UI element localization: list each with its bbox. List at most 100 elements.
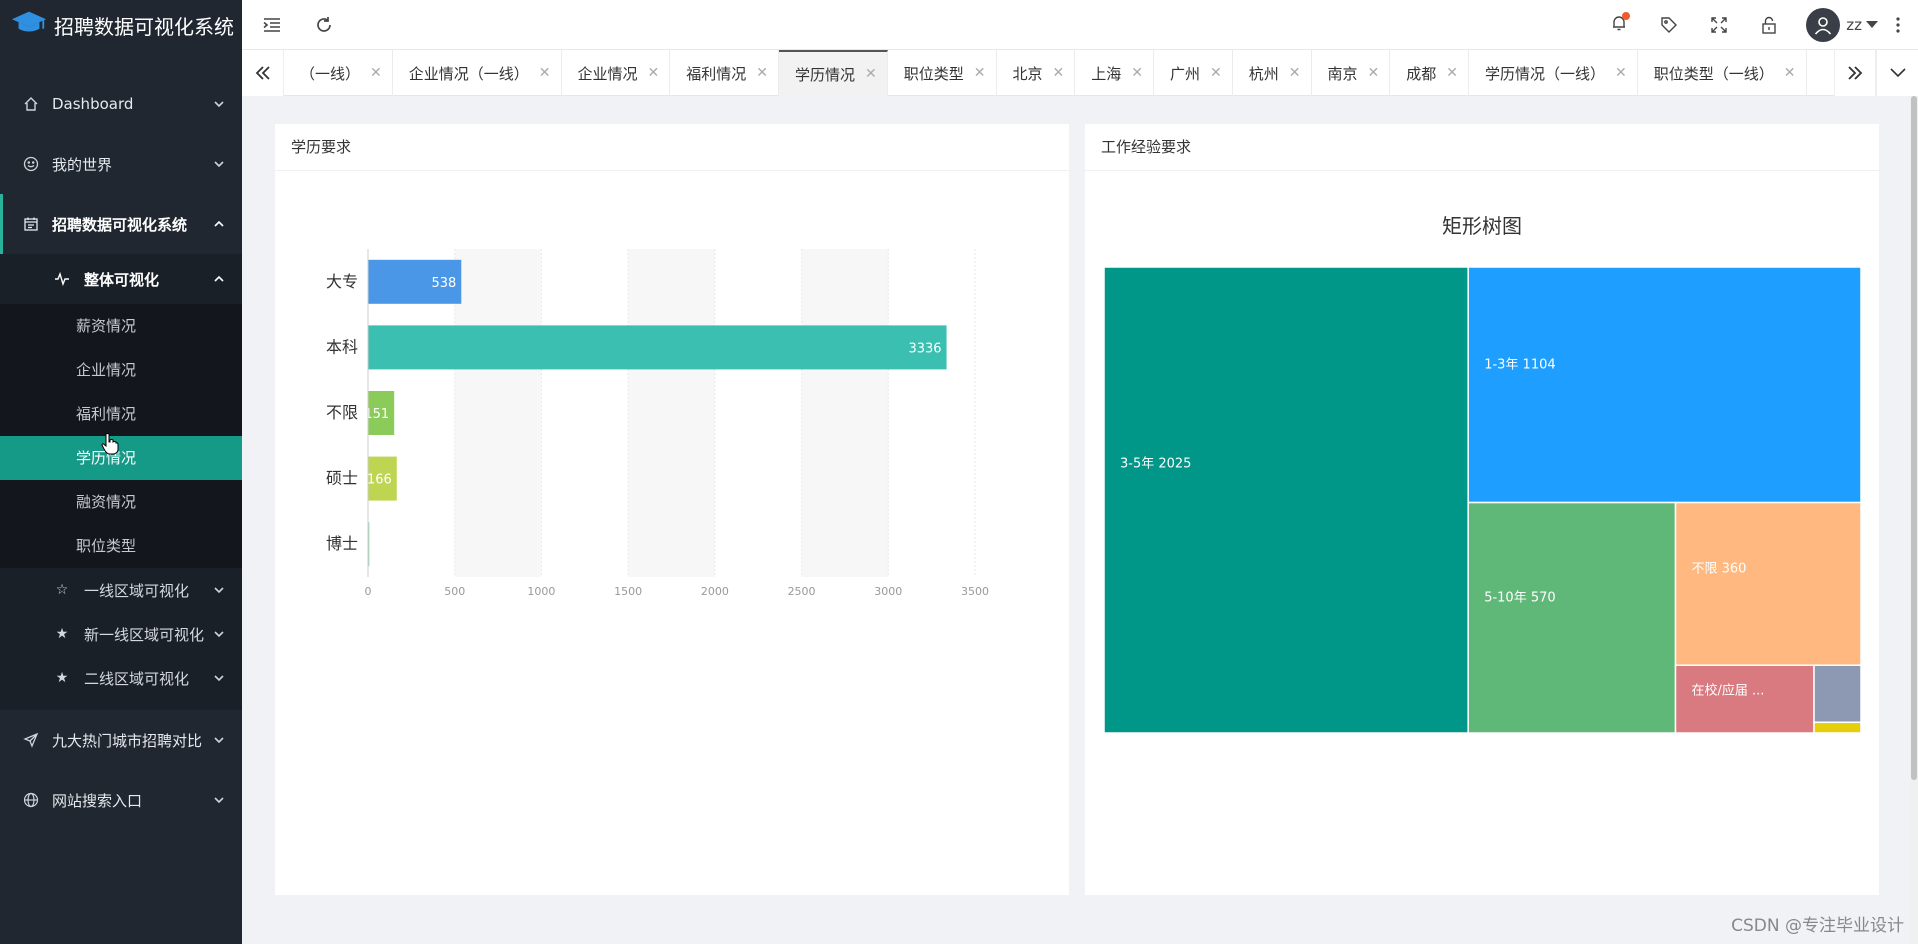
tab-item[interactable]: 职位类型 ✕: [888, 50, 997, 96]
tab-item[interactable]: 学历情况（一线） ✕: [1469, 50, 1638, 96]
chevron-down-icon: [214, 737, 224, 744]
tabs-scroll-left-button[interactable]: [242, 50, 284, 96]
sidebar-leaf-financing[interactable]: 融资情况: [0, 480, 242, 524]
sidebar-leaf-welfare[interactable]: 福利情况: [0, 392, 242, 436]
bar-data-label: 538: [431, 276, 456, 291]
more-button[interactable]: [1878, 17, 1918, 33]
tabs-dropdown-button[interactable]: [1876, 50, 1918, 96]
treemap-cell: [1467, 501, 1677, 734]
page-scrollbar[interactable]: [1910, 96, 1918, 944]
main-content: 学历要求 0 500 1000 1500 2000 2500 3000 3500 大专 538 本科…: [242, 96, 1912, 944]
tab-item[interactable]: （一线） ✕: [284, 50, 393, 96]
lock-button[interactable]: [1744, 16, 1794, 34]
menu-toggle-button[interactable]: [260, 13, 284, 37]
theme-button[interactable]: [1644, 16, 1694, 34]
sidebar-leaf-company[interactable]: 企业情况: [0, 348, 242, 392]
scrollbar-thumb[interactable]: [1911, 96, 1917, 780]
y-category-label: 不限: [326, 403, 358, 422]
refresh-icon: [317, 17, 331, 32]
tab-close-icon[interactable]: ✕: [1784, 65, 1796, 81]
sidebar-item-city-compare[interactable]: 九大热门城市招聘对比: [0, 710, 242, 770]
tab-item[interactable]: 南京 ✕: [1312, 50, 1391, 96]
tab-close-icon[interactable]: ✕: [370, 65, 382, 81]
sidebar-item-label: 我的世界: [52, 155, 113, 174]
tab-label: 企业情况: [577, 64, 638, 83]
lock-icon: [1762, 16, 1776, 34]
tab-close-icon[interactable]: ✕: [974, 65, 986, 81]
tab-label: 企业情况（一线）: [408, 64, 529, 83]
x-tick-label: 1500: [614, 585, 642, 598]
tab-close-icon[interactable]: ✕: [1615, 65, 1627, 81]
caret-down-icon: [1866, 17, 1878, 33]
tabs-scroll-right-button[interactable]: [1834, 50, 1876, 96]
tab-item[interactable]: 企业情况 ✕: [562, 50, 671, 96]
tab-close-icon[interactable]: ✕: [1210, 65, 1222, 81]
sidebar-leaf-education[interactable]: 学历情况: [0, 436, 242, 480]
tab-label: 上海: [1091, 64, 1122, 83]
treemap-title: 矩形树图: [1442, 214, 1522, 238]
tab-label: 职位类型: [903, 64, 964, 83]
sidebar-item-label: Dashboard: [52, 95, 134, 113]
treemap-cell: [1813, 721, 1862, 734]
tab-item[interactable]: 职位类型（一线） ✕: [1638, 50, 1807, 96]
fullscreen-button[interactable]: [1694, 17, 1744, 33]
sidebar-item-new-tier1-region[interactable]: ★ 新一线区域可视化: [0, 612, 242, 656]
sidebar-leaf-salary[interactable]: 薪资情况: [0, 304, 242, 348]
tab-item[interactable]: 成都 ✕: [1390, 50, 1469, 96]
tab-close-icon[interactable]: ✕: [756, 65, 768, 81]
tab-close-icon[interactable]: ✕: [1053, 65, 1065, 81]
notification-button[interactable]: [1594, 12, 1644, 36]
sidebar-item-recruit-system[interactable]: 招聘数据可视化系统: [0, 194, 242, 254]
tab-label: 广州: [1170, 64, 1201, 83]
card-title: 学历要求: [275, 124, 1069, 171]
tab-close-icon[interactable]: ✕: [1131, 65, 1143, 81]
chevron-down-icon: [214, 631, 224, 638]
treemap-cell: [1813, 664, 1862, 724]
tag-icon: [1661, 17, 1678, 33]
tab-close-icon[interactable]: ✕: [1446, 65, 1458, 81]
star-icon: ★: [55, 626, 69, 642]
tab-item[interactable]: 广州 ✕: [1154, 50, 1233, 96]
user-menu[interactable]: zz: [1806, 8, 1878, 42]
username: zz: [1846, 16, 1862, 34]
sidebar-item-label: 整体可视化: [84, 270, 160, 289]
double-chevron-left-icon: [255, 66, 270, 80]
leaf-list: 薪资情况 企业情况 福利情况 学历情况 融资情况 职位类型: [0, 304, 242, 568]
app-logo[interactable]: 招聘数据可视化系统: [0, 0, 242, 50]
sidebar-item-my-world[interactable]: 我的世界: [0, 134, 242, 194]
education-bar-chart: 0 500 1000 1500 2000 2500 3000 3500 大专 538 本科 3336 不…: [326, 249, 989, 598]
tab-close-icon[interactable]: ✕: [648, 65, 660, 81]
sidebar-item-overall-visual[interactable]: 整体可视化: [0, 254, 242, 304]
sidebar-item-tier1-region[interactable]: ☆ 一线区域可视化: [0, 568, 242, 612]
tab-item[interactable]: 企业情况（一线） ✕: [393, 50, 562, 96]
tab-item[interactable]: 上海 ✕: [1075, 50, 1154, 96]
sidebar-item-label: 二线区域可视化: [84, 669, 190, 688]
tab-item[interactable]: 北京 ✕: [997, 50, 1076, 96]
app-root: 招聘数据可视化系统 Dashboard 我的世界 招聘数据可视化系统 整体可视化…: [0, 0, 1918, 944]
indent-icon: [263, 18, 280, 32]
sidebar-item-dashboard[interactable]: Dashboard: [0, 74, 242, 134]
tab-item[interactable]: 学历情况 ✕: [779, 50, 888, 96]
chevron-down-icon: [214, 161, 224, 168]
sidebar-leaf-job-type[interactable]: 职位类型: [0, 524, 242, 568]
grid-band: [628, 249, 715, 577]
x-tick-label: 1000: [527, 585, 555, 598]
app-title: 招聘数据可视化系统: [54, 14, 234, 39]
treemap-cell-label: 3-5年 2025: [1120, 456, 1191, 471]
tab-label: 北京: [1012, 64, 1043, 83]
sidebar-item-site-search[interactable]: 网站搜索入口: [0, 770, 242, 830]
user-icon: [1815, 17, 1832, 35]
sidebar-item-tier2-region[interactable]: ★ 二线区域可视化: [0, 656, 242, 700]
tab-item[interactable]: 杭州 ✕: [1233, 50, 1312, 96]
tab-label: 福利情况: [686, 64, 747, 83]
tab-close-icon[interactable]: ✕: [865, 66, 877, 82]
grid-band: [454, 249, 542, 577]
education-card: 学历要求 0 500 1000 1500 2000 2500 3000 3500 大专 538 本科…: [275, 124, 1069, 895]
refresh-button[interactable]: [312, 13, 336, 37]
bar-data-label: 3336: [908, 341, 941, 356]
tab-close-icon[interactable]: ✕: [539, 65, 551, 81]
smile-icon: [22, 155, 40, 173]
tab-close-icon[interactable]: ✕: [1368, 65, 1380, 81]
tab-close-icon[interactable]: ✕: [1289, 65, 1301, 81]
tab-item[interactable]: 福利情况 ✕: [670, 50, 779, 96]
